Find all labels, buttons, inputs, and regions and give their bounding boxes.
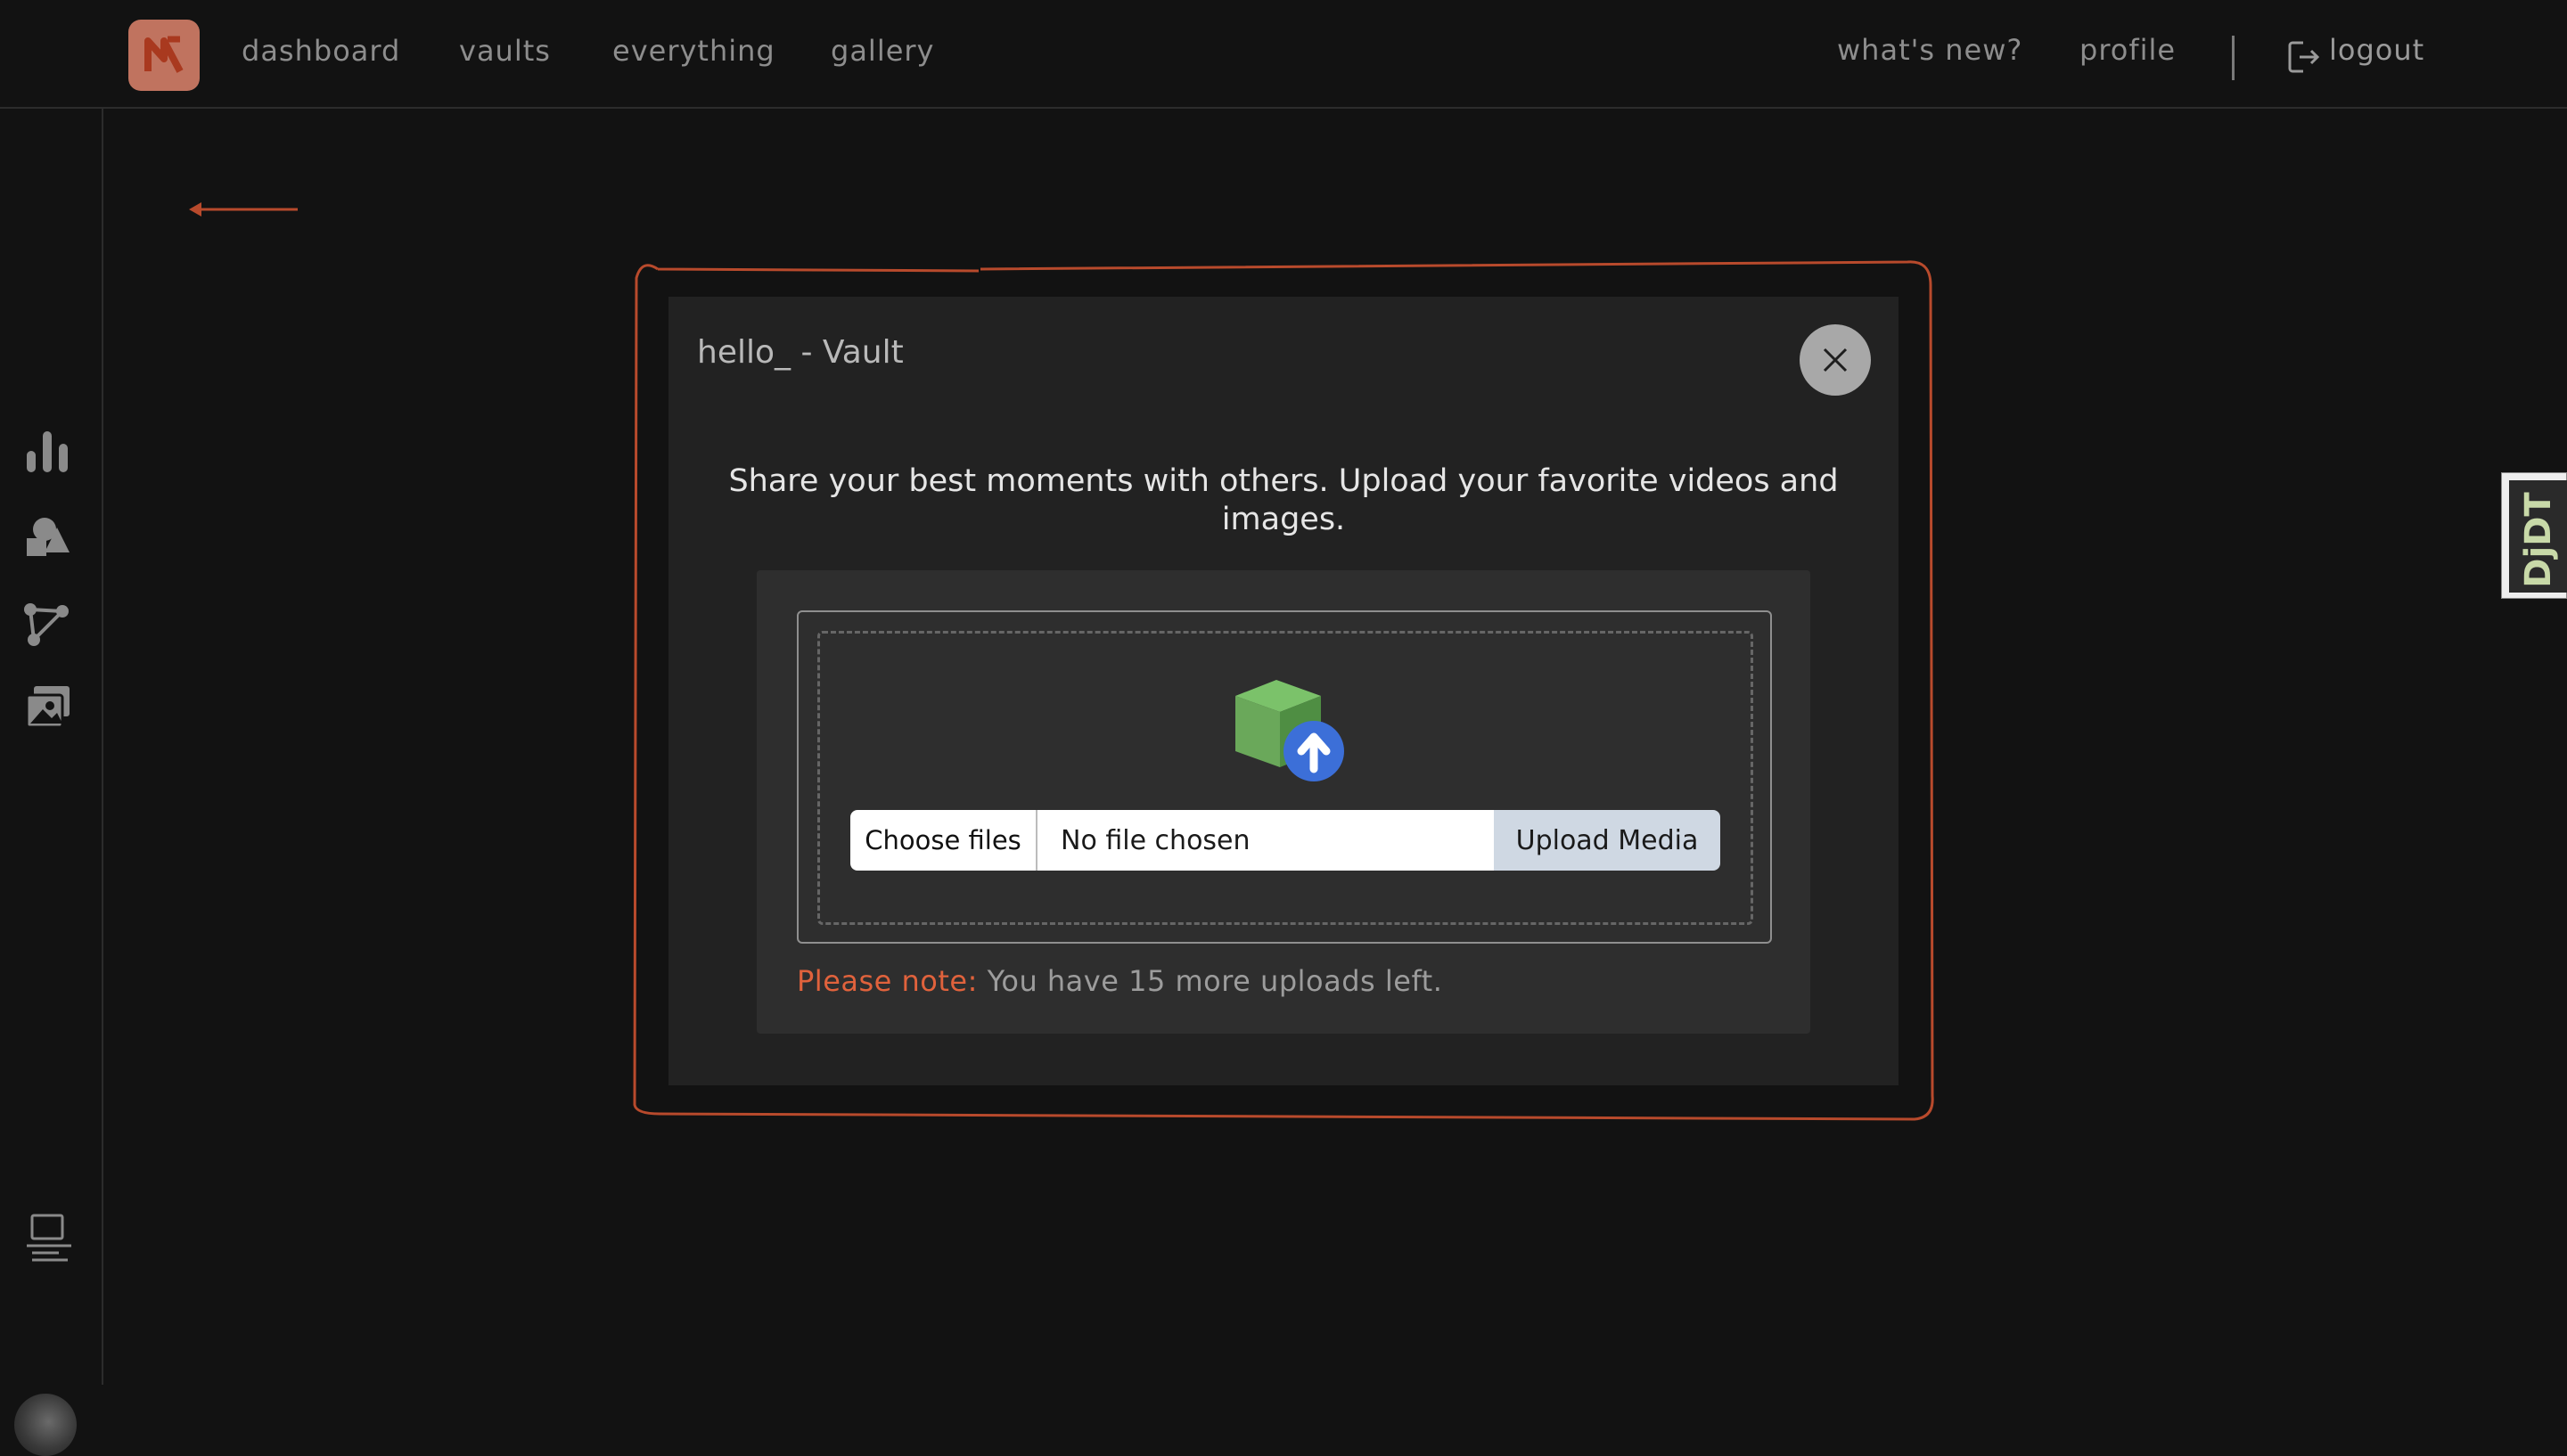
logout-icon[interactable] bbox=[2287, 39, 2321, 75]
file-status-text: No file chosen bbox=[1037, 810, 1494, 871]
shapes-icon[interactable] bbox=[23, 515, 71, 560]
upload-panel: Choose files No file chosen Upload Media… bbox=[757, 570, 1810, 1034]
left-sidebar bbox=[0, 109, 103, 1456]
nodes-icon[interactable] bbox=[23, 602, 71, 647]
upload-box-icon bbox=[1235, 680, 1344, 781]
close-button[interactable] bbox=[1800, 324, 1871, 396]
logout-link[interactable]: logout bbox=[2329, 33, 2424, 67]
images-icon[interactable] bbox=[23, 683, 73, 731]
nav-link-dashboard[interactable]: dashboard bbox=[242, 34, 400, 68]
back-arrow-icon[interactable] bbox=[187, 198, 299, 221]
logo-icon bbox=[144, 36, 184, 73]
file-input-group: Choose files No file chosen Upload Media bbox=[850, 810, 1720, 871]
app-logo[interactable] bbox=[128, 20, 200, 91]
upload-note: Please note: You have 15 more uploads le… bbox=[797, 964, 1442, 998]
laptop-icon[interactable] bbox=[23, 1212, 73, 1262]
debug-toolbar-inner: DjDT bbox=[2509, 480, 2567, 593]
nav-link-gallery[interactable]: gallery bbox=[831, 34, 934, 68]
modal-title: hello_ - Vault bbox=[697, 334, 904, 371]
nav-link-whats-new[interactable]: what's new? bbox=[1837, 33, 2022, 67]
choose-files-button[interactable]: Choose files bbox=[850, 810, 1037, 871]
close-icon bbox=[1823, 348, 1848, 372]
dropzone-dashed-area: Choose files No file chosen Upload Media bbox=[817, 631, 1753, 925]
modal-description: Share your best moments with others. Upl… bbox=[728, 463, 1839, 537]
nav-divider bbox=[2232, 36, 2235, 80]
debug-toolbar-tab[interactable]: DjDT bbox=[2501, 472, 2567, 599]
debug-toolbar-label: DjDT bbox=[2518, 492, 2559, 588]
upload-media-button[interactable]: Upload Media bbox=[1494, 810, 1720, 871]
note-label: Please note: bbox=[797, 964, 978, 998]
upload-modal: hello_ - Vault Share your best moments w… bbox=[668, 297, 1899, 1085]
avatar[interactable] bbox=[14, 1394, 77, 1456]
nav-link-vaults[interactable]: vaults bbox=[459, 34, 551, 68]
bar-chart-icon[interactable] bbox=[23, 428, 71, 474]
nav-link-everything[interactable]: everything bbox=[612, 34, 775, 68]
dropzone[interactable]: Choose files No file chosen Upload Media bbox=[797, 610, 1772, 944]
top-navbar: dashboard vaults everything gallery what… bbox=[0, 0, 2567, 109]
note-text: You have 15 more uploads left. bbox=[977, 964, 1443, 998]
nav-link-profile[interactable]: profile bbox=[2079, 33, 2176, 67]
